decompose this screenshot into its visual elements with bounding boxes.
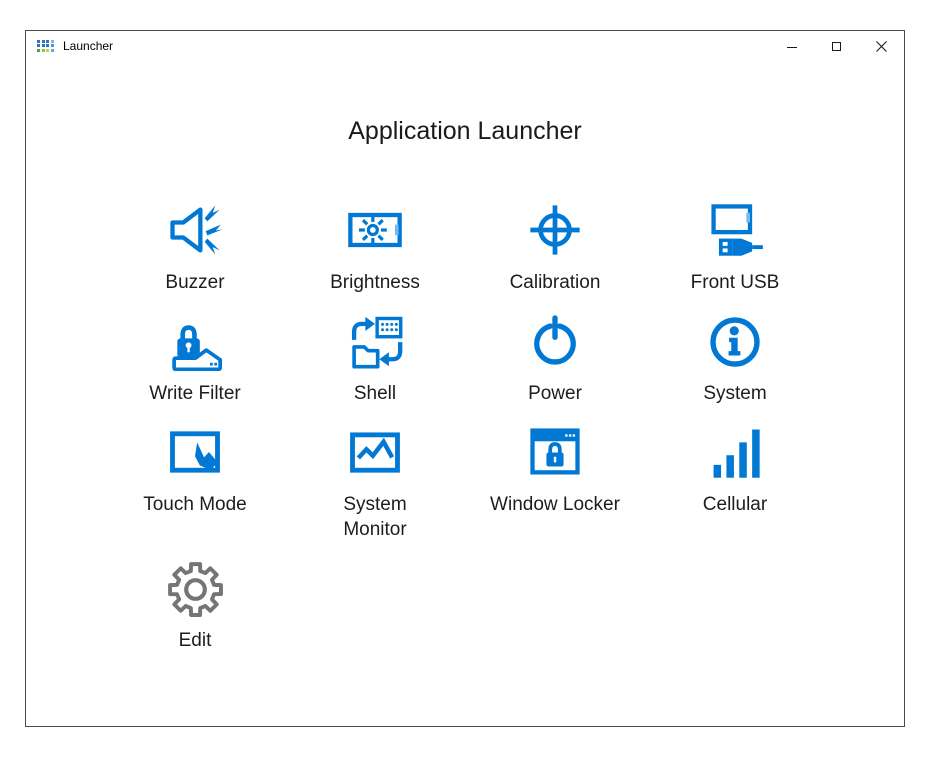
- launcher-item-brightness[interactable]: Brightness: [285, 200, 465, 295]
- launcher-item-shell[interactable]: Shell: [285, 311, 465, 406]
- app-icon[interactable]: [37, 40, 54, 53]
- launcher-item-label: Buzzer: [165, 270, 224, 295]
- brightness-screen-icon: [345, 200, 405, 260]
- window-controls: [769, 31, 904, 61]
- launcher-item-system-monitor[interactable]: System Monitor: [285, 422, 465, 542]
- launcher-item-label: Edit: [179, 628, 212, 653]
- launcher-item-front-usb[interactable]: Front USB: [645, 200, 825, 295]
- launcher-item-label: Window Locker: [490, 492, 620, 517]
- shell-sync-folder-icon: [345, 311, 405, 371]
- launcher-window: Launcher Application Launcher: [25, 30, 905, 727]
- launcher-item-label: Front USB: [691, 270, 780, 295]
- launcher-item-edit[interactable]: Edit: [105, 558, 285, 653]
- system-info-icon: [705, 311, 765, 371]
- minimize-button[interactable]: [769, 31, 814, 61]
- launcher-item-label: Write Filter: [149, 381, 240, 406]
- maximize-icon: [832, 42, 841, 51]
- calibration-crosshair-icon: [525, 200, 585, 260]
- edit-gear-icon: [165, 558, 225, 618]
- launcher-item-label: Brightness: [330, 270, 420, 295]
- front-usb-plug-icon: [705, 200, 765, 260]
- launcher-item-label: Touch Mode: [143, 492, 247, 517]
- power-icon: [525, 311, 585, 371]
- window-locker-icon: [525, 422, 585, 482]
- maximize-button[interactable]: [814, 31, 859, 61]
- launcher-item-calibration[interactable]: Calibration: [465, 200, 645, 295]
- system-monitor-chart-icon: [345, 422, 405, 482]
- launcher-item-power[interactable]: Power: [465, 311, 645, 406]
- launcher-item-write-filter[interactable]: Write Filter: [105, 311, 285, 406]
- launcher-item-label: System Monitor: [325, 492, 425, 542]
- launcher-item-label: System: [703, 381, 766, 406]
- window-title: Launcher: [63, 39, 113, 53]
- close-icon: [876, 41, 887, 52]
- launcher-item-window-locker[interactable]: Window Locker: [465, 422, 645, 517]
- minimize-icon: [787, 47, 797, 48]
- buzzer-speaker-icon: [165, 200, 225, 260]
- launcher-item-buzzer[interactable]: Buzzer: [105, 200, 285, 295]
- title-bar[interactable]: Launcher: [26, 31, 904, 61]
- cellular-signal-bars-icon: [705, 422, 765, 482]
- launcher-item-cellular[interactable]: Cellular: [645, 422, 825, 517]
- write-filter-locked-drive-icon: [165, 311, 225, 371]
- page-title: Application Launcher: [26, 117, 904, 146]
- touch-mode-screen-icon: [165, 422, 225, 482]
- close-button[interactable]: [859, 31, 904, 61]
- launcher-item-label: Shell: [354, 381, 396, 406]
- launcher-item-label: Power: [528, 381, 582, 406]
- launcher-item-label: Cellular: [703, 492, 767, 517]
- launcher-item-label: Calibration: [510, 270, 601, 295]
- launcher-item-touch-mode[interactable]: Touch Mode: [105, 422, 285, 517]
- launcher-item-system[interactable]: System: [645, 311, 825, 406]
- launcher-grid: Buzzer Brightness: [26, 200, 904, 653]
